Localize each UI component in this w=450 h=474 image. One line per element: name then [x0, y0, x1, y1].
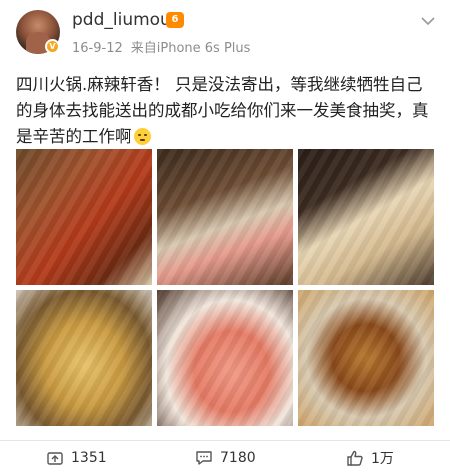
- repost-count: 1351: [71, 449, 107, 466]
- username[interactable]: pdd_liumou: [72, 10, 171, 30]
- thumbs-up-icon: [347, 450, 363, 466]
- action-bar: 1351 7180 1万: [0, 441, 450, 474]
- noodles-photo[interactable]: [16, 290, 152, 426]
- tripe-plate-photo[interactable]: [298, 149, 434, 285]
- thinking-face-emoji-icon: [133, 128, 151, 145]
- buffet-meat-photo[interactable]: [157, 149, 293, 285]
- post-meta: 16-9-12 来自iPhone 6s Plus: [72, 37, 250, 56]
- like-count: 1万: [371, 450, 394, 467]
- post-time: 16-9-12: [72, 41, 123, 56]
- post-text: 四川火锅.麻辣轩香！ 只是没法寄出，等我继续牺牲自己的身体去找能送出的成都小吃给…: [16, 72, 436, 150]
- repost-icon: [47, 451, 63, 465]
- chevron-down-icon[interactable]: [419, 12, 437, 30]
- vip-badge: 6: [166, 12, 184, 28]
- repost-button[interactable]: 1351: [46, 441, 107, 474]
- post-header: V pdd_liumou 6 16-9-12 来自iPhone 6s Plus: [0, 0, 450, 66]
- dessert-bowl-photo[interactable]: [298, 290, 434, 426]
- sliced-meat-plate-photo[interactable]: [157, 290, 293, 426]
- comment-count: 7180: [220, 449, 256, 466]
- like-button[interactable]: 1万: [346, 441, 394, 474]
- verified-badge-icon: V: [45, 39, 60, 54]
- post-source: 来自iPhone 6s Plus: [130, 41, 251, 56]
- photo-grid: [16, 149, 434, 426]
- post-text-content: 四川火锅.麻辣轩香！ 只是没法寄出，等我继续牺牲自己的身体去找能送出的成都小吃给…: [16, 75, 429, 146]
- hotpot-photo[interactable]: [16, 149, 152, 285]
- comment-button[interactable]: 7180: [195, 441, 256, 474]
- comment-icon: [196, 450, 212, 465]
